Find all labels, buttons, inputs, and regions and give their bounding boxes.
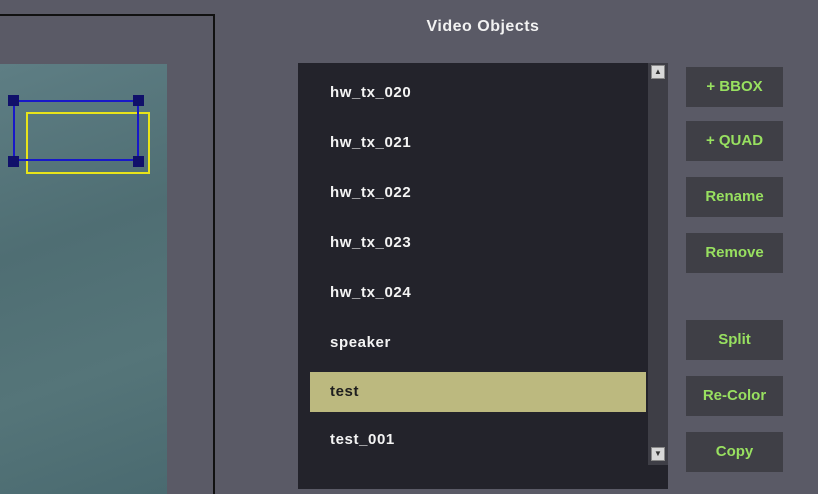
remove-button[interactable]: Remove [686,233,783,273]
bbox-handle-bottom-left[interactable] [8,156,19,167]
rename-button[interactable]: Rename [686,177,783,217]
bbox-handle-bottom-right[interactable] [133,156,144,167]
list-item-selected[interactable]: test [310,372,646,412]
selected-bbox[interactable] [13,100,139,161]
list-scrollbar[interactable]: ▲ ▼ [648,63,668,465]
panel-title: Video Objects [426,18,540,35]
list-item[interactable]: test_001 [310,420,646,460]
list-item[interactable]: hw_tx_023 [310,223,646,263]
add-quad-button[interactable]: + QUAD [686,121,783,161]
copy-button[interactable]: Copy [686,432,783,472]
bbox-handle-top-right[interactable] [133,95,144,106]
split-button[interactable]: Split [686,320,783,360]
scroll-up-arrow-icon[interactable]: ▲ [651,65,665,79]
list-item[interactable]: hw_tx_022 [310,173,646,213]
add-bbox-button[interactable]: + BBOX [686,67,783,107]
list-item[interactable]: hw_tx_020 [310,73,646,113]
scroll-down-arrow-icon[interactable]: ▼ [651,447,665,461]
list-item[interactable]: speaker [310,323,646,363]
list-item[interactable]: hw_tx_024 [310,273,646,313]
bbox-handle-top-left[interactable] [8,95,19,106]
list-item[interactable]: hw_tx_021 [310,123,646,163]
video-objects-list[interactable]: hw_tx_020 hw_tx_021 hw_tx_022 hw_tx_023 … [298,63,668,489]
recolor-button[interactable]: Re-Color [686,376,783,416]
